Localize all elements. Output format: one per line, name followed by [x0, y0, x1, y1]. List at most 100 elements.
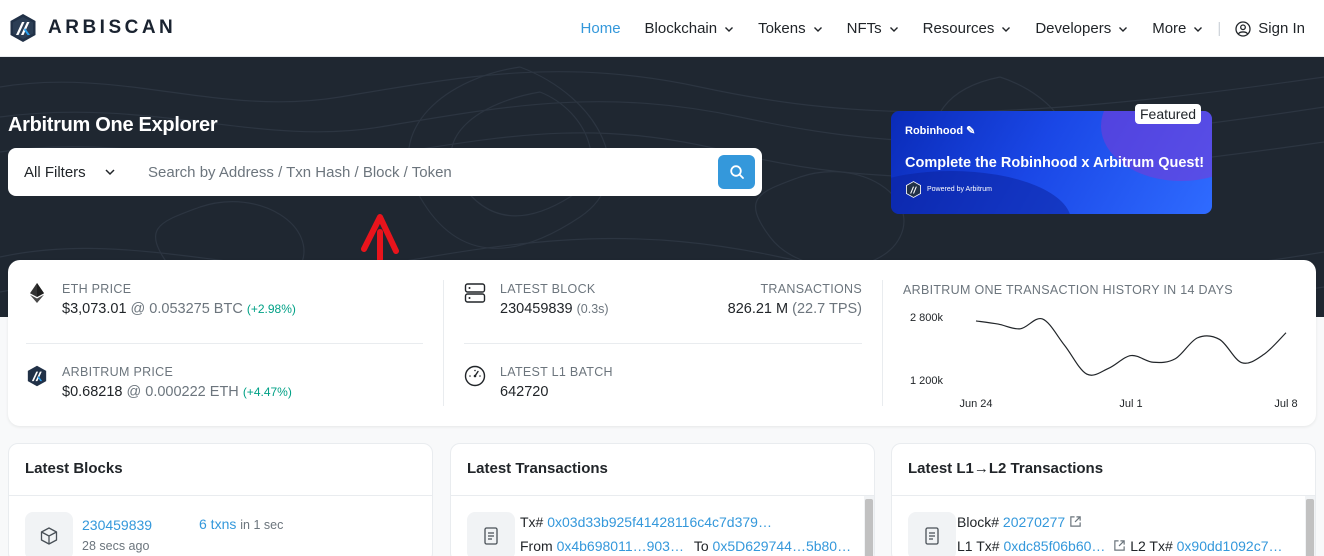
chart-title: ARBITRUM ONE TRANSACTION HISTORY IN 14 D… — [903, 283, 1233, 297]
search-button[interactable] — [718, 155, 755, 189]
block-number-link[interactable]: 230459839 — [82, 517, 152, 533]
block-txns-time: in 1 sec — [240, 518, 284, 532]
l1-block-link[interactable]: 20270277 — [1003, 514, 1065, 530]
data-point[interactable] — [1239, 360, 1245, 366]
data-point[interactable] — [1217, 336, 1223, 342]
external-link-icon[interactable] — [1069, 515, 1082, 528]
user-circle-icon — [1235, 20, 1251, 37]
eth-price-btc: @ 0.053275 BTC — [130, 301, 243, 317]
nav-resources[interactable]: Resources — [911, 20, 1024, 37]
transactions-value[interactable]: 826.21 M — [728, 301, 788, 317]
nav-blockchain[interactable]: Blockchain — [633, 20, 747, 37]
top-navbar: ARBISCAN Home Blockchain Tokens NFTs Res… — [0, 0, 1324, 57]
main-nav: Home Blockchain Tokens NFTs Resources De… — [569, 0, 1324, 57]
data-point[interactable] — [1062, 342, 1068, 348]
y-tick-label: 1 200k — [910, 375, 944, 387]
brand-name: ARBISCAN — [48, 17, 177, 38]
data-point[interactable] — [1283, 330, 1289, 336]
latest-block-time: (0.3s) — [576, 302, 609, 316]
page-title: Arbitrum One Explorer — [8, 114, 218, 136]
data-point[interactable] — [1039, 316, 1045, 322]
latest-l1-batch-label: LATEST L1 BATCH — [500, 365, 613, 379]
tx-from-link[interactable]: 0x4b698011…903… — [557, 538, 684, 554]
chevron-down-icon — [1194, 26, 1203, 32]
l2-tx-link[interactable]: 0x90dd1092c7… — [1177, 538, 1283, 554]
nav-nfts[interactable]: NFTs — [835, 20, 911, 37]
latest-block-stat: LATEST BLOCK 230459839 (0.3s) — [464, 282, 609, 317]
chevron-down-icon — [725, 26, 734, 32]
latest-blocks-title: Latest Blocks — [9, 444, 432, 496]
l1-block-label: Block# — [957, 514, 1000, 530]
arbitrum-price-value-line: $0.68218 @ 0.000222 ETH (+4.47%) — [62, 384, 292, 400]
block-txns-link[interactable]: 6 txns — [199, 516, 236, 532]
chevron-down-icon — [889, 26, 898, 32]
eth-price-label: ETH PRICE — [62, 282, 132, 296]
nav-developers[interactable]: Developers — [1023, 20, 1140, 37]
nav-more[interactable]: More — [1140, 20, 1215, 37]
nav-resources-label: Resources — [922, 20, 995, 37]
filter-dropdown[interactable]: All Filters — [8, 148, 132, 196]
transactions-label: TRANSACTIONS — [760, 282, 862, 296]
scrollbar-thumb[interactable] — [1306, 499, 1314, 556]
chevron-down-icon — [813, 26, 822, 32]
tx-from-to-line: From 0x4b698011…903… To 0x5D629744…5b80… — [520, 538, 851, 554]
x-tick-label: Jul 8 — [1274, 398, 1297, 410]
nav-more-label: More — [1152, 20, 1187, 37]
data-point[interactable] — [1261, 351, 1267, 357]
tx-hash-link[interactable]: 0x03d33b925f41428116c4c7d379… — [547, 514, 772, 530]
nav-tokens[interactable]: Tokens — [746, 20, 835, 37]
arbiscan-logo[interactable]: ARBISCAN — [8, 13, 176, 43]
latest-l1-l2-panel: Latest L1→L2 Transactions Block# 2027027… — [891, 443, 1316, 556]
latest-l1-batch-stat: LATEST L1 BATCH 642720 — [464, 365, 613, 400]
arbitrum-price-stat: ARBITRUM PRICE $0.68218 @ 0.000222 ETH (… — [26, 365, 292, 400]
data-point[interactable] — [1017, 326, 1023, 332]
eth-price-change: (+2.98%) — [246, 302, 296, 316]
block-age: 28 secs ago — [82, 539, 150, 553]
chevron-down-icon — [105, 169, 115, 176]
divider — [443, 280, 444, 406]
latest-l1-l2-title: Latest L1→L2 Transactions — [892, 444, 1315, 496]
external-link-icon[interactable] — [1113, 539, 1126, 552]
ad-headline: Complete the Robinhood x Arbitrum Quest! — [905, 155, 1205, 171]
nav-nfts-label: NFTs — [846, 20, 882, 37]
y-tick-label: 2 800k — [910, 312, 944, 324]
sign-in-link[interactable]: Sign In — [1223, 20, 1324, 37]
data-point[interactable] — [1194, 335, 1200, 341]
nav-home[interactable]: Home — [569, 20, 633, 37]
divider — [882, 280, 883, 406]
featured-ad-banner[interactable]: Robinhood ✎ Complete the Robinhood x Arb… — [891, 111, 1212, 214]
latest-block-value[interactable]: 230459839 — [500, 301, 573, 317]
l1-l2-icon-box — [908, 512, 956, 556]
featured-badge: Featured — [1135, 104, 1202, 124]
search-bar: All Filters — [8, 148, 762, 196]
document-icon — [484, 527, 498, 545]
data-point[interactable] — [1084, 371, 1090, 377]
scrollbar-thumb[interactable] — [865, 499, 873, 556]
data-point[interactable] — [1106, 365, 1112, 371]
transactions-value-line: 826.21 M (22.7 TPS) — [708, 301, 862, 317]
nav-blockchain-label: Blockchain — [644, 20, 718, 37]
x-tick-label: Jul 1 — [1119, 398, 1142, 410]
search-input[interactable] — [132, 148, 718, 196]
latest-l1-batch-value[interactable]: 642720 — [500, 384, 613, 400]
arbitrum-price-eth: @ 0.000222 ETH — [126, 384, 239, 400]
data-point[interactable] — [1128, 353, 1134, 359]
eth-price-value[interactable]: $3,073.01 — [62, 301, 127, 317]
tx-hash-line: Tx# 0x03d33b925f41428116c4c7d379… — [520, 514, 772, 530]
arbitrum-logo-icon — [905, 181, 922, 198]
latest-transactions-panel: Latest Transactions Tx# 0x03d33b925f4142… — [450, 443, 875, 556]
transaction-history-chart[interactable]: 2 800k 1 200k Jun 24 Jul 1 Jul 8 — [898, 305, 1308, 415]
filter-label: All Filters — [24, 163, 86, 181]
arbitrum-logo-icon — [10, 14, 36, 42]
data-point[interactable] — [1150, 359, 1156, 365]
tx-to-label: To — [693, 538, 709, 554]
data-point[interactable] — [973, 318, 979, 324]
arbitrum-price-value[interactable]: $0.68218 — [62, 384, 122, 400]
gauge-icon — [464, 365, 486, 387]
data-point[interactable] — [995, 321, 1001, 327]
chevron-down-icon — [1002, 26, 1011, 32]
data-point[interactable] — [1172, 356, 1178, 362]
l1-tx-link[interactable]: 0xdc85f06b60… — [1003, 538, 1105, 554]
l2-tx-label: L2 Tx# — [1130, 538, 1173, 554]
tx-to-link[interactable]: 0x5D629744…5b80… — [713, 538, 852, 554]
